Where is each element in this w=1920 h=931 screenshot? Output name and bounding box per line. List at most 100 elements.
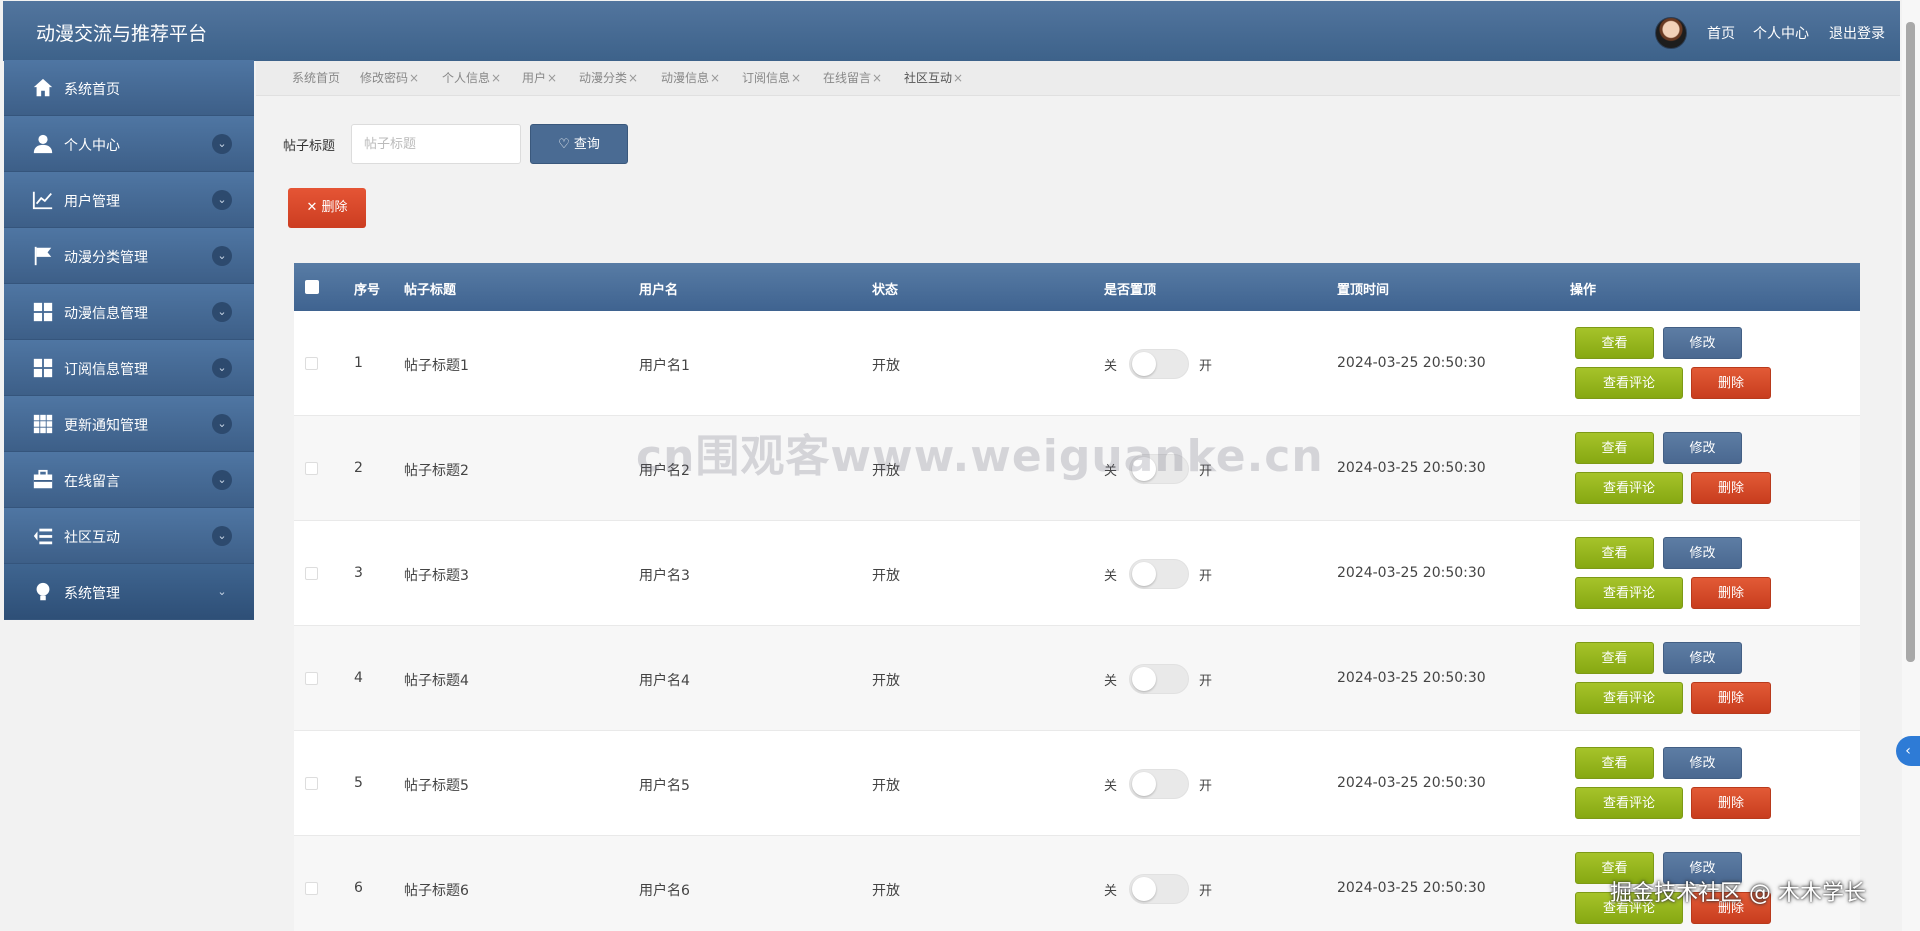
chevron-down-icon: ⌄ <box>212 470 232 490</box>
switch-off-label: 关 <box>1104 569 1118 584</box>
page-scrollbar[interactable] <box>1902 0 1920 931</box>
sidebar-item-profile[interactable]: 个人中心 ⌄ <box>4 116 254 172</box>
row-checkbox[interactable] <box>305 882 318 895</box>
view-comments-button[interactable]: 查看评论 <box>1575 367 1683 399</box>
pin-toggle[interactable] <box>1129 874 1189 904</box>
sidebar-item-label: 个人中心 <box>64 138 120 154</box>
view-button[interactable]: 查看 <box>1575 537 1654 569</box>
delete-button[interactable]: 删除 <box>1691 367 1771 399</box>
tag-anime-category[interactable]: 动漫分类× <box>579 69 638 86</box>
cell-title: 帖子标题2 <box>404 463 469 479</box>
view-button[interactable]: 查看 <box>1575 432 1654 464</box>
chevron-down-icon: ⌄ <box>212 302 232 322</box>
view-button[interactable]: 查看 <box>1575 327 1654 359</box>
cell-status: 开放 <box>872 673 900 689</box>
cell-status: 开放 <box>872 568 900 584</box>
view-comments-button[interactable]: 查看评论 <box>1575 682 1683 714</box>
search-input[interactable] <box>351 124 521 164</box>
user-icon <box>32 133 54 155</box>
pin-toggle[interactable] <box>1129 664 1189 694</box>
close-icon: × <box>547 71 558 85</box>
sidebar-item-home[interactable]: 系统首页 <box>4 60 254 116</box>
row-checkbox[interactable] <box>305 672 318 685</box>
cell-no: 4 <box>354 670 363 686</box>
switch-off-label: 关 <box>1104 884 1118 899</box>
edit-button[interactable]: 修改 <box>1663 642 1742 674</box>
close-icon: × <box>791 71 802 85</box>
toggle-knob <box>1132 877 1156 901</box>
tag-change-password[interactable]: 修改密码× <box>360 69 419 86</box>
scrollbar-thumb[interactable] <box>1906 22 1915 662</box>
delete-button[interactable]: 删除 <box>1691 682 1771 714</box>
cell-title: 帖子标题3 <box>404 568 469 584</box>
nav-logout-link[interactable]: 退出登录 <box>1829 23 1885 43</box>
tag-community[interactable]: 社区互动× <box>904 69 963 86</box>
chevron-down-icon: ⌄ <box>217 585 227 598</box>
sidebar: 系统首页 个人中心 ⌄ 用户管理 ⌄ 动漫分类管理 ⌄ 动漫信息管理 ⌄ 订阅信… <box>4 60 254 620</box>
table-row: 1 帖子标题1 用户名1 开放 关 开 2024-03-25 20:50:30 查看 修改 查看评… <box>294 311 1860 416</box>
nav-home-link[interactable]: 首页 <box>1707 23 1735 43</box>
cell-no: 1 <box>354 355 363 371</box>
sidebar-item-community[interactable]: 社区互动 ⌄ <box>4 508 254 564</box>
switch-on-label: 开 <box>1199 359 1213 374</box>
sidebar-item-label: 系统首页 <box>64 82 120 98</box>
row-checkbox[interactable] <box>305 357 318 370</box>
tag-subscription[interactable]: 订阅信息× <box>742 69 801 86</box>
pin-toggle[interactable] <box>1129 769 1189 799</box>
cell-no: 2 <box>354 460 363 476</box>
cell-title: 帖子标题5 <box>404 778 469 794</box>
avatar[interactable] <box>1655 17 1687 49</box>
tag-anime-info[interactable]: 动漫信息× <box>661 69 720 86</box>
view-button[interactable]: 查看 <box>1575 642 1654 674</box>
sidebar-item-anime-category[interactable]: 动漫分类管理 ⌄ <box>4 228 254 284</box>
view-comments-button[interactable]: 查看评论 <box>1575 472 1683 504</box>
tags-bar: 系统首页 修改密码× 个人信息× 用户× 动漫分类× 动漫信息× 订阅信息× 在… <box>256 61 1900 96</box>
chevron-down-icon: ⌄ <box>212 414 232 434</box>
sidebar-item-anime-info[interactable]: 动漫信息管理 ⌄ <box>4 284 254 340</box>
batch-delete-button[interactable]: ✕ 删除 <box>288 188 366 228</box>
view-comments-button[interactable]: 查看评论 <box>1575 577 1683 609</box>
close-icon: × <box>872 71 883 85</box>
switch-off-label: 关 <box>1104 674 1118 689</box>
sidebar-item-online-message[interactable]: 在线留言 ⌄ <box>4 452 254 508</box>
tag-user[interactable]: 用户× <box>522 69 557 86</box>
grid-icon <box>32 301 54 323</box>
search-button[interactable]: ♡ 查询 <box>530 124 628 164</box>
tag-home[interactable]: 系统首页 <box>292 69 340 86</box>
sidebar-item-update-notice[interactable]: 更新通知管理 ⌄ <box>4 396 254 452</box>
edit-button[interactable]: 修改 <box>1663 747 1742 779</box>
row-checkbox[interactable] <box>305 567 318 580</box>
chevron-down-icon: ⌄ <box>212 526 232 546</box>
pin-toggle[interactable] <box>1129 349 1189 379</box>
cell-user: 用户名6 <box>639 883 690 899</box>
row-checkbox[interactable] <box>305 462 318 475</box>
delete-button[interactable]: 删除 <box>1691 577 1771 609</box>
toggle-knob <box>1132 562 1156 586</box>
cell-user: 用户名1 <box>639 358 690 374</box>
view-comments-button[interactable]: 查看评论 <box>1575 787 1683 819</box>
cell-user: 用户名3 <box>639 568 690 584</box>
delete-button[interactable]: 删除 <box>1691 472 1771 504</box>
cell-pin-time: 2024-03-25 20:50:30 <box>1337 565 1486 581</box>
sidebar-item-users[interactable]: 用户管理 ⌄ <box>4 172 254 228</box>
edit-button[interactable]: 修改 <box>1663 537 1742 569</box>
nav-profile-link[interactable]: 个人中心 <box>1753 23 1809 43</box>
select-all-checkbox[interactable] <box>305 280 319 294</box>
switch-on-label: 开 <box>1199 779 1213 794</box>
pin-toggle[interactable] <box>1129 559 1189 589</box>
toggle-knob <box>1132 772 1156 796</box>
tag-personal-info[interactable]: 个人信息× <box>442 69 501 86</box>
tag-online-message[interactable]: 在线留言× <box>823 69 882 86</box>
sidebar-item-system[interactable]: 系统管理 ⌄ <box>4 564 254 620</box>
view-button[interactable]: 查看 <box>1575 747 1654 779</box>
briefcase-icon <box>32 469 54 491</box>
cell-user: 用户名4 <box>639 673 690 689</box>
edit-button[interactable]: 修改 <box>1663 327 1742 359</box>
chart-icon <box>32 189 54 211</box>
sidebar-item-subscription[interactable]: 订阅信息管理 ⌄ <box>4 340 254 396</box>
sidebar-item-label: 动漫信息管理 <box>64 306 148 322</box>
delete-button[interactable]: 删除 <box>1691 787 1771 819</box>
edit-button[interactable]: 修改 <box>1663 432 1742 464</box>
row-checkbox[interactable] <box>305 777 318 790</box>
collapse-panel-button[interactable]: ‹ <box>1896 736 1920 766</box>
